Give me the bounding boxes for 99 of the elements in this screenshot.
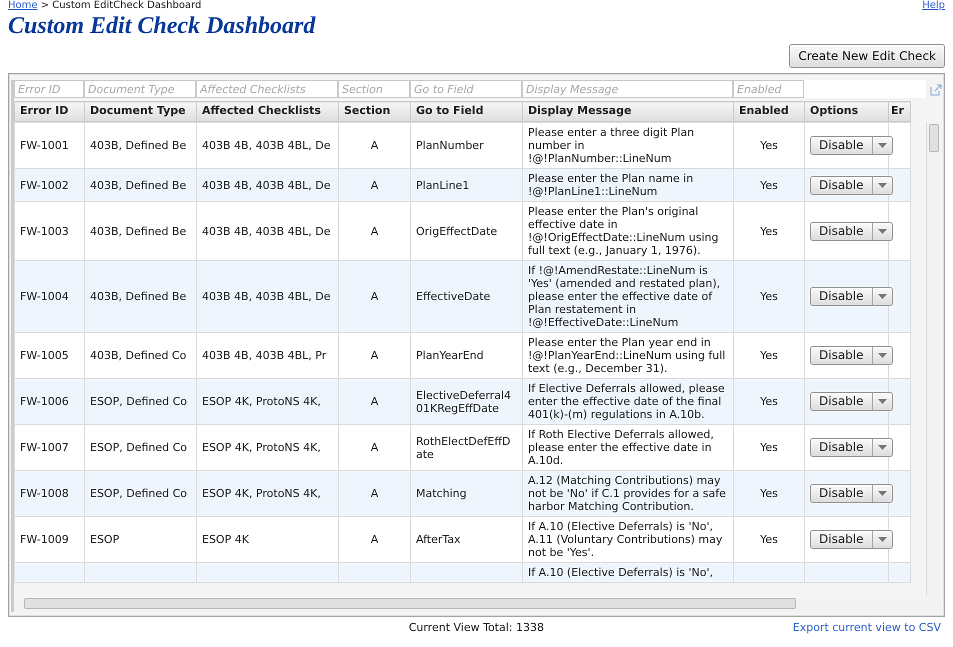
checklists-text: 403B 4B, 403B 4BL, Pr [202,349,326,362]
enabled-text: Yes [760,441,778,454]
message-text: Please enter the Plan year end in !@!PlanYearEnd::LineNum using full text (e.g., December 31). [528,336,726,375]
enabled-text: Yes [760,224,778,238]
field-name-text: AfterTax [416,533,461,546]
scrollbar-thumb[interactable] [24,598,796,609]
popout-icon[interactable] [930,84,942,96]
scrollbar-thumb[interactable] [929,124,939,152]
message-text: Please enter a three digit Plan number in !@!PlanNumber::LineNum [528,126,694,165]
error-id-text: FW-1005 [20,349,69,362]
field-name-text: PlanLine1 [416,178,470,192]
checklists-text: ESOP 4K [202,533,249,546]
error-id-text: FW-1009 [20,533,69,546]
error-id-text: FW-1007 [20,441,69,454]
column-header[interactable]: Er [888,102,910,122]
checklists-text: 403B 4B, 403B 4BL, De [202,139,331,152]
filter-field[interactable]: Section [338,80,410,98]
caret-icon [878,182,887,188]
help-link[interactable]: Help [922,0,945,12]
filter-field[interactable]: Go to Field [410,80,522,98]
filter-field[interactable]: Error ID [14,80,84,98]
enabled-text: Yes [760,349,778,362]
column-header[interactable]: Affected Checklists [196,102,338,122]
error-id-text: FW-1002 [20,178,69,192]
message-text: Please enter the Plan name in !@!PlanLine1::LineNum [528,172,694,198]
document-type-text: 403B, Defined Co [90,349,186,362]
caret-icon [878,353,887,358]
caret-icon [878,294,887,299]
checklists-text: ESOP 4K, ProtoNS 4K, [202,441,321,454]
column-header[interactable]: Display Message [522,102,734,122]
error-id-text: FW-1004 [20,290,69,303]
document-type-text: ESOP, Defined Co [90,487,188,500]
export-csv-link[interactable]: Export current view to CSV [792,621,941,634]
message-text: If A.10 (Elective Deferrals) is 'No', [528,566,714,579]
document-type-text: 403B, Defined Be [90,139,186,152]
message-text: If !@!AmendRestate::LineNum is 'Yes' (amended and restated plan), please enter the effective date of Plan restatement in !@!EffectiveDate::LineNum [528,264,720,329]
page-title: Custom Edit Check Dashboard [8,12,317,40]
caret-icon [878,228,887,234]
enabled-text: Yes [760,533,778,546]
field-name-text: RothElectDefEffDate [416,434,510,460]
create-edit-check-button[interactable]: Create New Edit Check [789,44,945,68]
enabled-text: Yes [760,487,778,500]
section-text: A [370,178,378,192]
column-header[interactable]: Enabled [734,102,804,122]
home-link[interactable]: Home [8,0,38,11]
column-header[interactable]: Go to Field [410,102,522,122]
checklists-text: 403B 4B, 403B 4BL, De [202,178,331,192]
message-text: If Elective Deferrals allowed, please enter the effective date of the final 401(k)-(m) regulations in A.10b. [528,382,725,421]
enabled-text: Yes [760,139,778,152]
document-type-text: 403B, Defined Be [90,224,186,238]
error-id-text: FW-1008 [20,487,69,500]
checklists-text: ESOP 4K, ProtoNS 4K, [202,487,321,500]
column-header[interactable]: Document Type [84,102,196,122]
section-text: A [370,487,378,500]
section-text: A [370,139,378,152]
column-header[interactable]: Section [338,102,410,122]
message-text: A.12 (Matching Contributions) may not be 'No' if C.1 provides for a safe harbor Matching Contribution. [528,474,726,513]
document-type-text: 403B, Defined Be [90,178,186,192]
breadcrumb-current: Custom EditCheck Dashboard [52,0,202,11]
column-header[interactable]: Options [804,102,888,122]
message-text: Please enter the Plan's original effective date in !@!OrigEffectDate::LineNum using full text (e.g., January 1, 1976). [528,205,718,257]
field-name-text: Matching [416,487,467,500]
field-name-text: OrigEffectDate [416,224,498,238]
checklists-text: 403B 4B, 403B 4BL, De [202,224,331,238]
checklists-text: ESOP 4K, ProtoNS 4K, [202,395,321,408]
caret-icon [878,399,887,404]
field-name-text: PlanYearEnd [416,349,484,362]
enabled-text: Yes [760,178,778,192]
section-text: A [370,533,378,546]
caret-icon [878,445,887,450]
total-count: Current View Total: 1338 [408,621,544,634]
section-text: A [370,395,378,408]
document-type-text: ESOP, Defined Co [90,395,188,408]
section-text: A [370,224,378,238]
error-id-text: FW-1001 [20,139,69,152]
message-text: If A.10 (Elective Deferrals) is 'No', A.11 (Voluntary Contributions) may not be 'Yes'. [528,520,722,559]
document-type-text: 403B, Defined Be [90,290,186,303]
field-name-text: EffectiveDate [416,290,490,303]
message-text: If Roth Elective Deferrals allowed, please enter the effective date in A.10d. [528,428,714,467]
error-id-text: FW-1006 [20,395,69,408]
checklists-text: 403B 4B, 403B 4BL, De [202,290,331,303]
document-type-text: ESOP [90,533,120,546]
section-text: A [370,349,378,362]
caret-icon [878,491,887,496]
error-id-text: FW-1003 [20,224,69,238]
enabled-text: Yes [760,395,778,408]
section-text: A [370,290,378,303]
filter-field[interactable]: Document Type [84,80,196,98]
enabled-text: Yes [760,290,778,303]
filter-field[interactable]: Enabled [733,80,804,98]
column-header[interactable]: Error ID [14,102,84,122]
field-name-text: ElectiveDeferral401KRegEffDate [416,388,511,414]
breadcrumb-separator: > [40,0,50,11]
field-name-text: PlanNumber [416,139,484,152]
filter-field[interactable]: Display Message [522,80,733,98]
caret-icon [878,537,887,542]
caret-icon [878,143,887,148]
document-type-text: ESOP, Defined Co [90,441,188,454]
section-text: A [370,441,378,454]
